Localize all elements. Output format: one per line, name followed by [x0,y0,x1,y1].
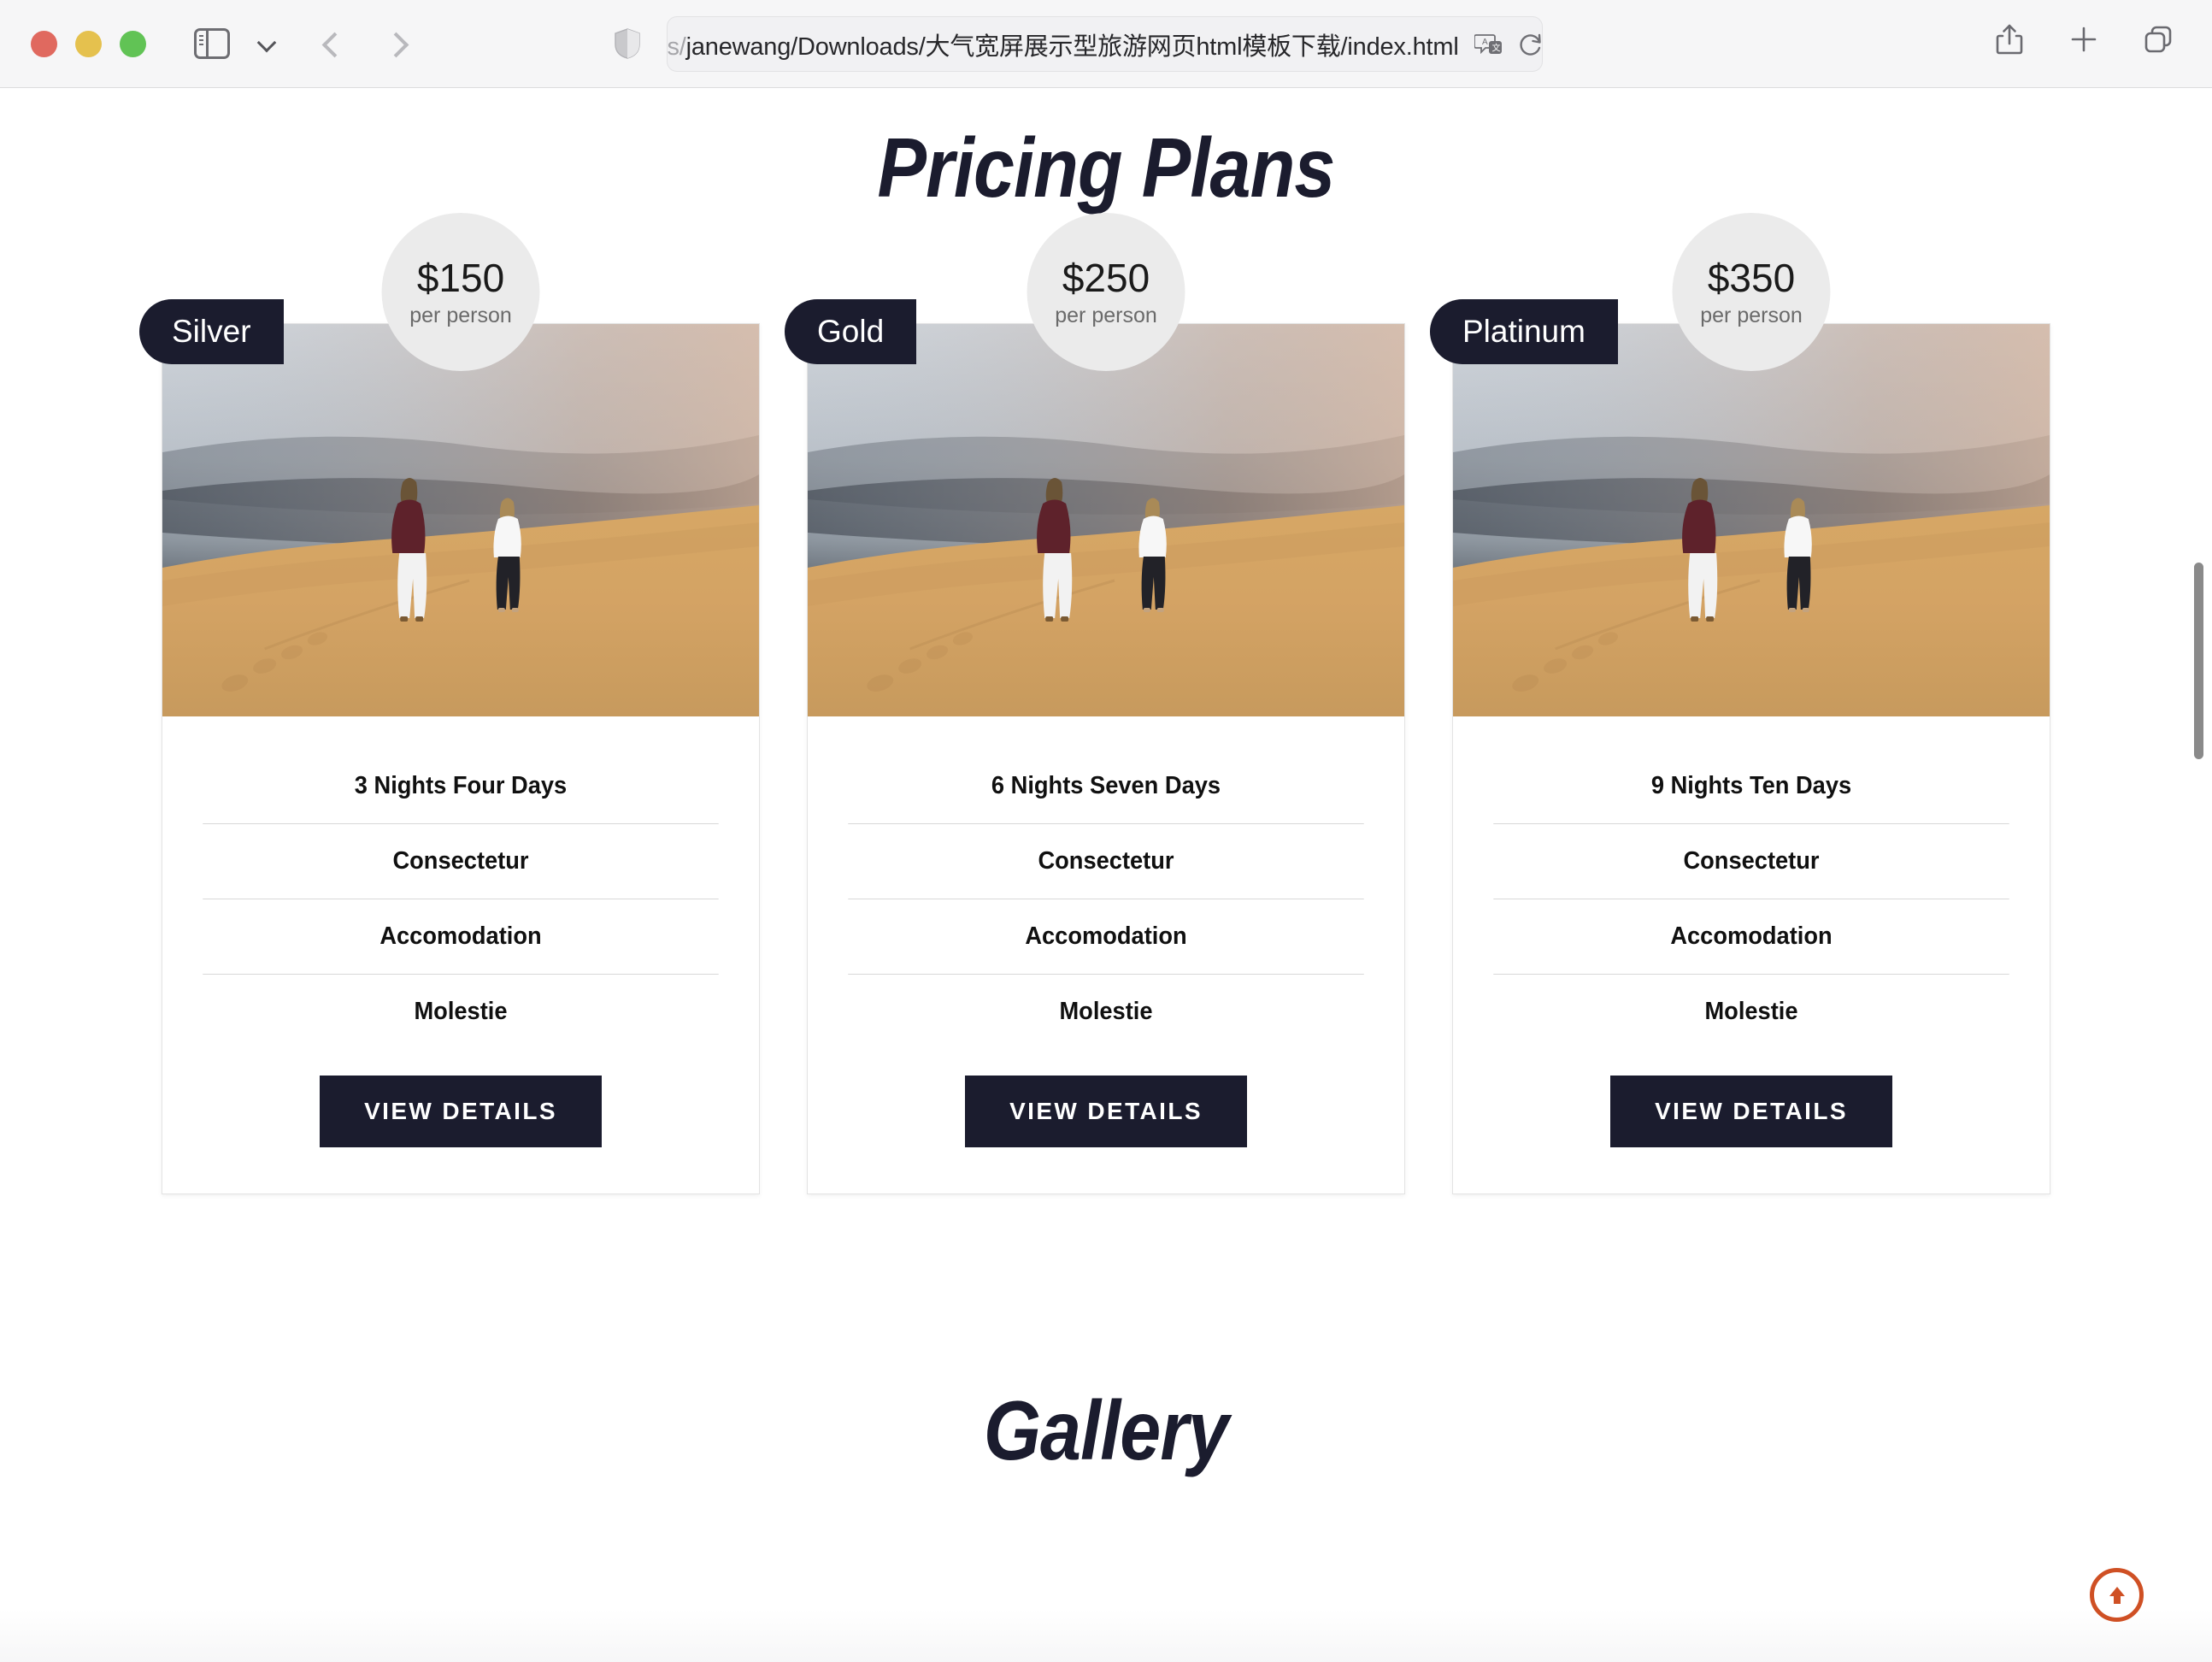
price-bubble: $350 per person [1672,213,1831,371]
feature-list: 9 Nights Ten Days Consectetur Accomodati… [1477,749,2026,1049]
feature-item: Molestie [1704,998,1798,1025]
pricing-card-gold[interactable]: Gold $250 per person 6 Nights Seven Days… [785,213,1405,1194]
price-bubble: $250 per person [1027,213,1185,371]
translate-icon[interactable]: A 文 [1473,32,1503,56]
svg-text:A: A [1482,38,1488,47]
plan-photo [1453,324,2050,716]
chevron-down-icon[interactable] [258,34,277,53]
svg-text:文: 文 [1491,42,1500,53]
share-icon[interactable] [1993,22,2026,56]
bottom-fade [0,1609,2212,1662]
close-window-button[interactable] [31,30,57,57]
url-path: janewang/Downloads/大气宽屏展示型旅游网页html模板下载/i… [685,32,1459,61]
scrollbar-thumb[interactable] [2194,563,2203,759]
plan-badge: Silver [139,299,284,364]
page-scrollbar[interactable] [2186,88,2212,1662]
plan-body: 9 Nights Ten Days Consectetur Accomodati… [1453,716,2050,1193]
url-text: s/janewang/Downloads/大气宽屏展示型旅游网页html模板下载… [667,27,1458,62]
sidebar-lines-icon [199,35,203,45]
window-traffic-lights [31,30,146,57]
web-page-content: Pricing Plans Silver $150 per person 3 N… [0,88,2212,1662]
feature-item: Accomodation [203,899,719,975]
up-arrow-icon [2109,1586,2125,1604]
plan-photo [808,324,1404,716]
feature-item: Molestie [1059,998,1153,1025]
feature-item: Molestie [414,998,508,1025]
page-title: Pricing Plans [877,121,1336,215]
reload-icon[interactable] [1519,32,1543,57]
url-prefix: s/ [667,32,686,61]
plan-badge: Platinum [1430,299,1618,364]
gallery-title: Gallery [983,1383,1229,1477]
plan-photo [162,324,759,716]
dune-photo-illustration [162,324,759,716]
price-amount: $350 [1707,255,1796,300]
price-unit: per person [1700,303,1803,327]
price-unit: per person [409,303,512,327]
back-arrow-icon[interactable] [321,32,344,55]
minimize-window-button[interactable] [75,30,102,57]
feature-item: Accomodation [848,899,1364,975]
cta-row: VIEW DETAILS [832,1049,1380,1193]
browser-toolbar: s/janewang/Downloads/大气宽屏展示型旅游网页html模板下载… [0,0,2212,88]
dune-photo-illustration [1453,324,2050,716]
feature-item: Consectetur [203,824,719,899]
plan-body: 6 Nights Seven Days Consectetur Accomoda… [808,716,1404,1193]
sidebar-toggle-icon[interactable] [194,28,230,59]
feature-list: 6 Nights Seven Days Consectetur Accomoda… [832,749,1380,1049]
price-amount: $250 [1062,255,1150,300]
tab-overview-icon[interactable] [2142,22,2174,56]
feature-item: 3 Nights Four Days [203,749,719,824]
maximize-window-button[interactable] [120,30,146,57]
cta-row: VIEW DETAILS [186,1049,735,1193]
view-details-button[interactable]: VIEW DETAILS [1610,1076,1892,1147]
plus-icon[interactable] [2068,22,2100,56]
feature-item: Consectetur [848,824,1364,899]
feature-list: 3 Nights Four Days Consectetur Accomodat… [186,749,735,1049]
feature-item: Consectetur [1493,824,2009,899]
forward-arrow-icon[interactable] [383,32,405,55]
pricing-card-silver[interactable]: Silver $150 per person 3 Nights Four Day… [139,213,760,1194]
shield-icon[interactable] [614,27,641,60]
feature-item: Accomodation [1493,899,2009,975]
view-details-button[interactable]: VIEW DETAILS [320,1076,602,1147]
plan-body: 3 Nights Four Days Consectetur Accomodat… [162,716,759,1193]
view-details-button[interactable]: VIEW DETAILS [965,1076,1247,1147]
feature-item: 6 Nights Seven Days [848,749,1364,824]
pricing-cards-container: Silver $150 per person 3 Nights Four Day… [0,213,2212,1194]
pricing-card-platinum[interactable]: Platinum $350 per person 9 Nights Ten Da… [1430,213,2050,1194]
scroll-to-top-button[interactable] [2090,1568,2144,1622]
price-bubble: $150 per person [381,213,540,371]
price-amount: $150 [416,255,505,300]
feature-item: 9 Nights Ten Days [1493,749,2009,824]
cta-row: VIEW DETAILS [1477,1049,2026,1193]
plan-badge: Gold [785,299,917,364]
dune-photo-illustration [808,324,1404,716]
price-unit: per person [1055,303,1157,327]
address-bar[interactable]: s/janewang/Downloads/大气宽屏展示型旅游网页html模板下载… [667,16,1543,72]
